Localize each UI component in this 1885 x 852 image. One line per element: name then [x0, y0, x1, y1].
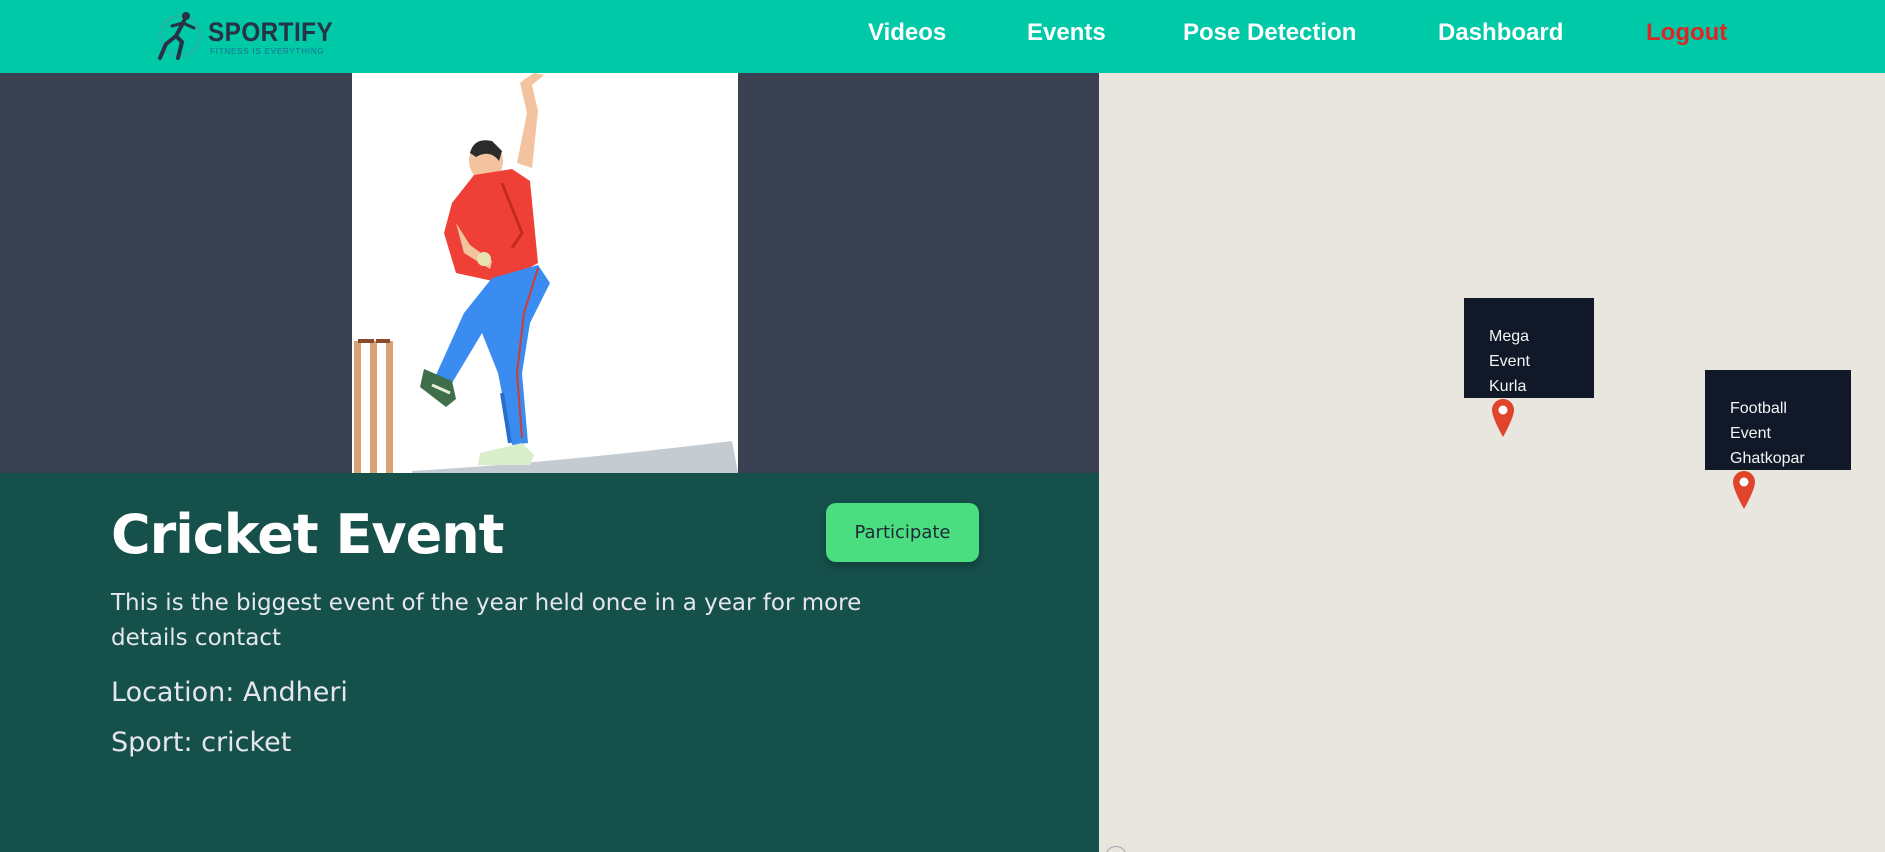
map-pin-icon[interactable] — [1733, 471, 1755, 509]
navbar: SPORTIFY FITNESS IS EVERYTHING Videos Ev… — [0, 0, 1885, 73]
events-map[interactable]: Mega Event Kurla Football Event Ghatkopa… — [1099, 73, 1885, 852]
nav-events[interactable]: Events — [1027, 19, 1106, 47]
runner-icon — [158, 12, 202, 60]
popup-event-location: Ghatkopar — [1730, 450, 1805, 467]
map-popup-ghatkopar: Football Event Ghatkopar — [1705, 370, 1851, 470]
map-pin-icon[interactable] — [1492, 399, 1514, 437]
nav-pose-detection[interactable]: Pose Detection — [1183, 19, 1356, 47]
event-hero — [0, 73, 1099, 473]
popup-event-location: Kurla — [1489, 378, 1527, 395]
nav-videos[interactable]: Videos — [868, 19, 946, 47]
event-image — [352, 73, 738, 473]
brand-logo[interactable]: SPORTIFY FITNESS IS EVERYTHING — [156, 8, 333, 64]
event-details: Cricket Event Participate This is the bi… — [0, 473, 1099, 852]
popup-event-name: Mega Event — [1489, 328, 1530, 370]
cricket-bowler-illustration — [354, 73, 738, 473]
event-location: Location: Andheri — [111, 677, 348, 708]
map-attribution-icon[interactable] — [1105, 846, 1127, 852]
participate-button[interactable]: Participate — [826, 503, 979, 562]
event-sport: Sport: cricket — [111, 727, 292, 758]
event-title: Cricket Event — [111, 503, 504, 566]
brand-name: SPORTIFY — [208, 17, 334, 47]
nav-dashboard[interactable]: Dashboard — [1438, 19, 1563, 47]
nav-logout[interactable]: Logout — [1646, 19, 1727, 47]
brand-tagline: FITNESS IS EVERYTHING — [210, 47, 325, 56]
map-popup-kurla: Mega Event Kurla — [1464, 298, 1594, 398]
event-description: This is the biggest event of the year he… — [111, 590, 862, 651]
event-panel: Cricket Event Participate This is the bi… — [0, 73, 1099, 852]
popup-event-name: Football Event — [1730, 400, 1787, 442]
